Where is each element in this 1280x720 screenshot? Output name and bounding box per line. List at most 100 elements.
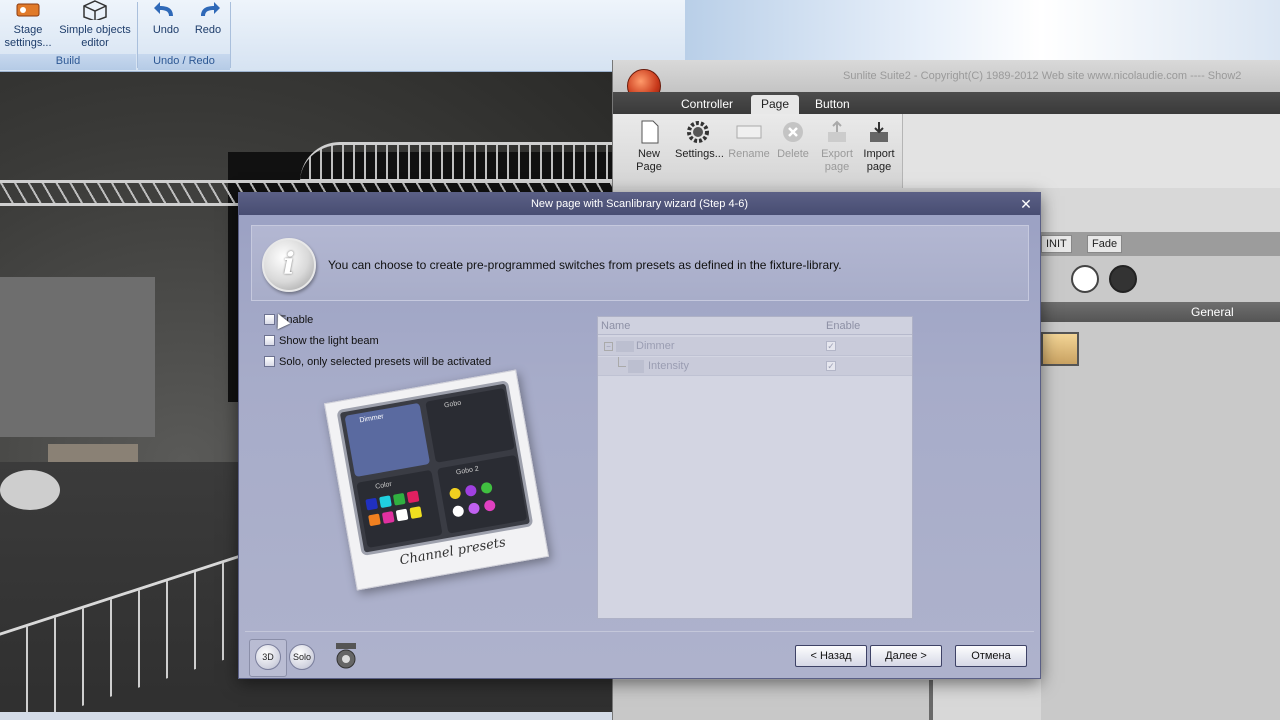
stage-settings-label: Stage settings... — [4, 24, 52, 49]
tab-controller[interactable]: Controller — [671, 95, 743, 114]
new-page-icon — [641, 120, 659, 144]
gobo-swatch — [480, 481, 494, 495]
splitter[interactable] — [929, 680, 933, 720]
tree-connector — [618, 357, 626, 367]
lower-panel — [613, 680, 931, 720]
panel-toolbar — [1041, 232, 1280, 256]
gobo-swatch — [464, 484, 478, 498]
info-banner: i You can choose to create pre-programme… — [251, 225, 1029, 301]
new-page-button[interactable]: New Page — [627, 118, 671, 174]
ribbon-divider — [230, 2, 231, 68]
fixture-icon[interactable] — [333, 641, 359, 671]
tab-page[interactable]: Page — [751, 95, 800, 114]
color-tile: Color — [356, 469, 443, 548]
group-build-label: Build — [0, 54, 136, 70]
solo-label: Solo, only selected presets will be acti… — [279, 356, 492, 368]
3d-button[interactable]: 3D — [255, 644, 281, 670]
redo-label: Redo — [194, 24, 222, 36]
tile-label: Gobo — [443, 399, 462, 410]
next-button[interactable]: Далее > — [870, 645, 942, 667]
info-icon: i — [262, 238, 316, 292]
gobo-swatch — [448, 487, 462, 500]
settings-label: Settings... — [675, 148, 724, 160]
dialog-separator — [245, 631, 1034, 632]
stage-settings-button[interactable]: Stage settings... — [0, 0, 56, 50]
stage-settings-icon — [16, 3, 40, 17]
dialog-title: New page with Scanlibrary wizard (Step 4… — [239, 193, 1040, 215]
gobo2-tile: Gobo 2 — [437, 454, 528, 534]
back-button[interactable]: < Назад — [795, 645, 867, 667]
delete-icon — [783, 122, 803, 142]
info-text: You can choose to create pre-programmed … — [328, 258, 842, 272]
tree-row-dimmer[interactable]: − Dimmer ✓ — [598, 337, 912, 356]
fade-button[interactable]: Fade — [1087, 235, 1123, 253]
checkbox-box[interactable] — [264, 355, 275, 367]
delete-button[interactable]: Delete — [771, 118, 815, 161]
preset-tree[interactable]: Name Enable − Dimmer ✓ Intensity ✓ — [597, 316, 913, 619]
gear-icon — [687, 121, 709, 143]
close-icon[interactable]: ✕ — [1018, 195, 1034, 213]
settings-button[interactable]: Settings... — [675, 118, 724, 161]
enable-check[interactable]: ✓ — [826, 361, 836, 371]
tree-row-intensity[interactable]: Intensity ✓ — [598, 357, 912, 376]
simple-objects-editor-button[interactable]: Simple objects editor — [56, 0, 134, 50]
tree-label: Dimmer — [636, 340, 675, 352]
cube-icon — [83, 0, 107, 20]
delete-label: Delete — [777, 148, 809, 160]
solo-button[interactable]: Solo — [289, 644, 315, 670]
export-page-label: Export page — [821, 148, 853, 173]
cancel-button[interactable]: Отмена — [955, 645, 1027, 667]
dimmer-icon — [616, 341, 634, 352]
color-swatch — [392, 492, 406, 506]
gobo-swatch — [483, 499, 497, 513]
drum-kit — [0, 470, 60, 510]
column-enable[interactable]: Enable — [826, 317, 860, 335]
page-thumbnail[interactable] — [1041, 332, 1079, 366]
new-page-label: New Page — [636, 148, 662, 173]
solo-checkbox[interactable]: Solo, only selected presets will be acti… — [264, 355, 491, 369]
wizard-dialog: New page with Scanlibrary wizard (Step 4… — [238, 192, 1041, 679]
channel-presets-image: Dimmer Gobo Color Gobo 2 Channel presets — [319, 369, 550, 591]
group-undo-redo-label: Undo / Redo — [138, 54, 230, 70]
redo-icon — [201, 2, 220, 16]
status-bar — [0, 712, 612, 720]
rename-label: Rename — [728, 148, 770, 160]
color-swatch — [381, 511, 395, 524]
tree-label: Intensity — [648, 360, 689, 372]
black-circle-button[interactable] — [1109, 265, 1137, 293]
import-page-button[interactable]: Import page — [857, 118, 901, 174]
sunlite-title: Sunlite Suite2 - Copyright(C) 1989-2012 … — [613, 60, 1280, 92]
show-light-beam-checkbox[interactable]: Show the light beam — [264, 334, 379, 348]
preset-panel: Dimmer Gobo Color Gobo 2 — [336, 380, 534, 557]
color-swatch — [365, 497, 379, 511]
tile-label: Dimmer — [358, 413, 385, 425]
color-swatch — [368, 513, 381, 527]
import-icon — [870, 122, 888, 142]
init-button[interactable]: INIT — [1041, 235, 1072, 253]
gobo-tile: Gobo — [425, 387, 515, 463]
export-page-button[interactable]: Export page — [815, 118, 859, 174]
preset-photo: Dimmer Gobo Color Gobo 2 Channel presets — [323, 369, 550, 591]
checkbox-box[interactable] — [264, 334, 275, 346]
general-header: General — [1041, 302, 1280, 322]
import-page-label: Import page — [863, 148, 895, 173]
column-name[interactable]: Name — [601, 317, 630, 335]
enable-check[interactable]: ✓ — [826, 341, 836, 351]
collapse-icon[interactable]: − — [604, 342, 613, 351]
undo-icon — [154, 2, 173, 16]
rename-button[interactable]: Rename — [727, 118, 771, 161]
page-ribbon: New Page Settings... Rename Delete Expor… — [613, 114, 903, 188]
sunlite-tabbar: Controller Page Button — [613, 92, 1280, 114]
white-circle-button[interactable] — [1071, 265, 1099, 293]
tab-button[interactable]: Button — [805, 95, 860, 114]
color-swatch — [379, 495, 392, 509]
dimmer-tile: Dimmer — [344, 402, 431, 478]
stage-ribbon: Stage settings... Simple objects editor … — [0, 0, 685, 72]
ribbon-empty-area — [903, 114, 1280, 188]
show-light-beam-label: Show the light beam — [279, 335, 379, 347]
redo-button[interactable]: Redo — [188, 0, 228, 37]
tile-label: Gobo 2 — [455, 465, 480, 477]
export-icon — [828, 120, 846, 142]
undo-button[interactable]: Undo — [146, 0, 186, 37]
undo-label: Undo — [152, 24, 180, 36]
